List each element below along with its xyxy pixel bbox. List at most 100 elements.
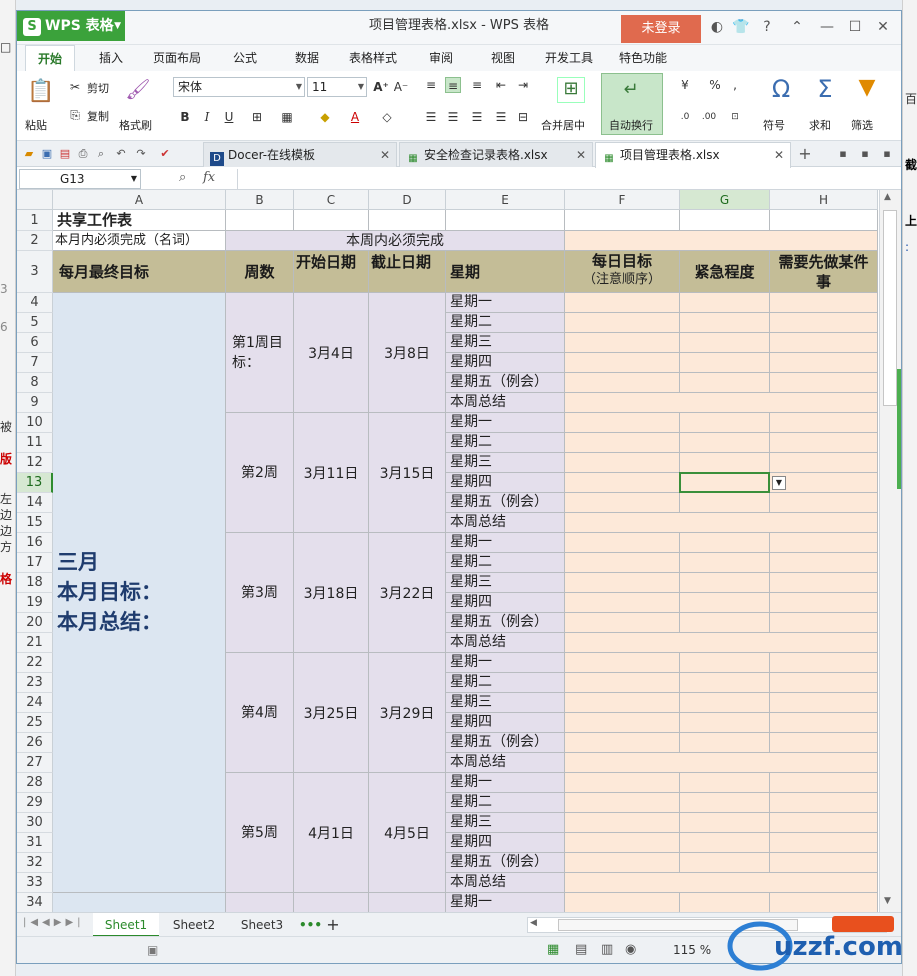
goal-cell[interactable] xyxy=(770,573,878,593)
goal-cell[interactable] xyxy=(680,373,770,393)
side-panel-toggle[interactable] xyxy=(897,369,901,489)
column-header-g[interactable]: G xyxy=(680,190,770,210)
funnel-icon[interactable]: ▼ xyxy=(853,75,881,105)
more-sheets-icon[interactable]: ••• xyxy=(299,913,322,937)
column-header-b[interactable]: B xyxy=(226,190,294,210)
goal-cell[interactable] xyxy=(770,693,878,713)
weekday-cell[interactable]: 星期四 xyxy=(446,713,565,733)
goal-cell[interactable] xyxy=(770,493,878,513)
cell-row1[interactable] xyxy=(226,210,294,231)
goal-cell[interactable] xyxy=(680,413,770,433)
underline-icon[interactable]: U xyxy=(221,109,237,125)
close-icon[interactable]: ✕ xyxy=(873,17,893,37)
cell-shade-icon[interactable]: ▦ xyxy=(279,109,295,125)
tab-option-icon[interactable]: ▪ xyxy=(857,146,873,162)
cell-c34[interactable] xyxy=(294,893,369,912)
row-header-15[interactable]: 15 xyxy=(17,513,53,533)
row-header-29[interactable]: 29 xyxy=(17,793,53,813)
header-end-date[interactable]: 截止日期 xyxy=(369,251,446,293)
menu-data[interactable]: 数据 xyxy=(295,45,319,71)
cell-f2[interactable] xyxy=(565,231,878,251)
goal-cell[interactable] xyxy=(565,893,680,912)
tab-option-icon[interactable]: ▪ xyxy=(835,146,851,162)
row-header-30[interactable]: 30 xyxy=(17,813,53,833)
spreadsheet-grid[interactable]: A B C D E F G H 1 2 3 4 5 6 7 8 9 10 11 12 13 14 15 16 17 18 19 20 2… xyxy=(17,190,879,912)
weekday-cell[interactable]: 星期四 xyxy=(446,593,565,613)
row-header-9[interactable]: 9 xyxy=(17,393,53,413)
goal-cell[interactable] xyxy=(565,453,680,473)
help-icon[interactable]: ? xyxy=(757,17,777,37)
tab-safety-check[interactable]: ▦ 安全检查记录表格.xlsx ✕ xyxy=(399,142,593,167)
month-goal-block[interactable]: 三月 本月目标： 本月总结： xyxy=(53,293,226,893)
name-box[interactable]: G13 ▼ xyxy=(19,169,141,189)
row-header-2[interactable]: 2 xyxy=(17,231,53,251)
zoom-search-icon[interactable]: ⌕ xyxy=(179,170,186,185)
cell-row1[interactable] xyxy=(446,210,565,231)
header-monthly-goal[interactable]: 每月最终目标 xyxy=(53,251,226,293)
close-icon[interactable]: ✕ xyxy=(774,143,784,167)
goal-cell[interactable] xyxy=(770,533,878,553)
goal-cell[interactable] xyxy=(680,693,770,713)
goal-cell[interactable] xyxy=(680,593,770,613)
goal-cell[interactable] xyxy=(565,313,680,333)
goal-cell[interactable] xyxy=(680,353,770,373)
row-header-7[interactable]: 7 xyxy=(17,353,53,373)
menu-review[interactable]: 审阅 xyxy=(429,45,453,71)
print-icon[interactable]: ⎙ xyxy=(75,146,91,162)
column-header-e[interactable]: E xyxy=(446,190,565,210)
goal-cell[interactable] xyxy=(680,793,770,813)
goal-cell[interactable] xyxy=(565,853,680,873)
sum-button[interactable]: 求和 xyxy=(809,117,831,133)
format-painter-button[interactable]: 格式刷 xyxy=(119,117,152,133)
cell-row1[interactable] xyxy=(565,210,680,231)
menu-insert[interactable]: 插入 xyxy=(99,45,123,71)
cell-row1[interactable] xyxy=(770,210,878,231)
normal-view-icon[interactable]: ▦ xyxy=(547,942,559,957)
header-prerequisite[interactable]: 需要先做某件事 xyxy=(770,251,878,293)
weekday-cell[interactable]: 星期二 xyxy=(446,313,565,333)
select-all-corner[interactable] xyxy=(17,190,53,210)
align-bottom-icon[interactable]: ≡ xyxy=(469,77,485,93)
goal-cell[interactable] xyxy=(770,553,878,573)
week-label-2[interactable]: 第2周 xyxy=(226,413,294,533)
shirt-icon[interactable]: 👕 xyxy=(731,17,751,37)
goal-cell[interactable] xyxy=(565,833,680,853)
undo-icon[interactable]: ↶ xyxy=(113,146,129,162)
weekday-cell[interactable]: 星期二 xyxy=(446,793,565,813)
goal-cell[interactable] xyxy=(770,833,878,853)
goal-cell[interactable] xyxy=(770,793,878,813)
goal-cell[interactable] xyxy=(770,433,878,453)
week-label-4[interactable]: 第4周 xyxy=(226,653,294,773)
zoom-level[interactable]: 115 % xyxy=(673,943,711,957)
cell-b34[interactable] xyxy=(226,893,294,912)
row-header-6[interactable]: 6 xyxy=(17,333,53,353)
sheet-nav-icons[interactable]: |◀◀▶▶| xyxy=(23,917,85,928)
formula-input[interactable] xyxy=(237,169,899,189)
weekday-cell[interactable]: 星期三 xyxy=(446,453,565,473)
goal-cell[interactable] xyxy=(770,293,878,313)
goal-cell[interactable] xyxy=(680,813,770,833)
goal-cell[interactable] xyxy=(680,773,770,793)
font-name-select[interactable]: 宋体 ▼ xyxy=(173,77,305,97)
chevron-left-icon[interactable]: ◀ xyxy=(530,918,537,928)
goal-cell[interactable] xyxy=(680,293,770,313)
column-header-c[interactable]: C xyxy=(294,190,369,210)
goal-cell[interactable] xyxy=(565,413,680,433)
weekday-cell[interactable]: 星期一 xyxy=(446,773,565,793)
goal-cell[interactable] xyxy=(680,713,770,733)
goal-cell[interactable] xyxy=(680,453,770,473)
weekday-cell[interactable]: 星期一 xyxy=(446,533,565,553)
goal-cell[interactable] xyxy=(565,793,680,813)
menu-home[interactable]: 开始 xyxy=(25,45,75,72)
comma-button[interactable]: , xyxy=(727,77,743,93)
percent-button[interactable]: % xyxy=(707,77,723,93)
goal-cell[interactable] xyxy=(680,833,770,853)
week-start-2[interactable]: 3月11日 xyxy=(294,413,369,533)
row-header-31[interactable]: 31 xyxy=(17,833,53,853)
font-grow-icon[interactable]: A⁺ xyxy=(373,79,389,95)
goal-cell[interactable] xyxy=(680,573,770,593)
goal-cell[interactable] xyxy=(770,613,878,633)
clear-format-icon[interactable]: ◇ xyxy=(379,109,395,125)
cell-a1-title[interactable]: 共享工作表 xyxy=(53,210,226,231)
week-summary-cell[interactable] xyxy=(565,393,878,413)
